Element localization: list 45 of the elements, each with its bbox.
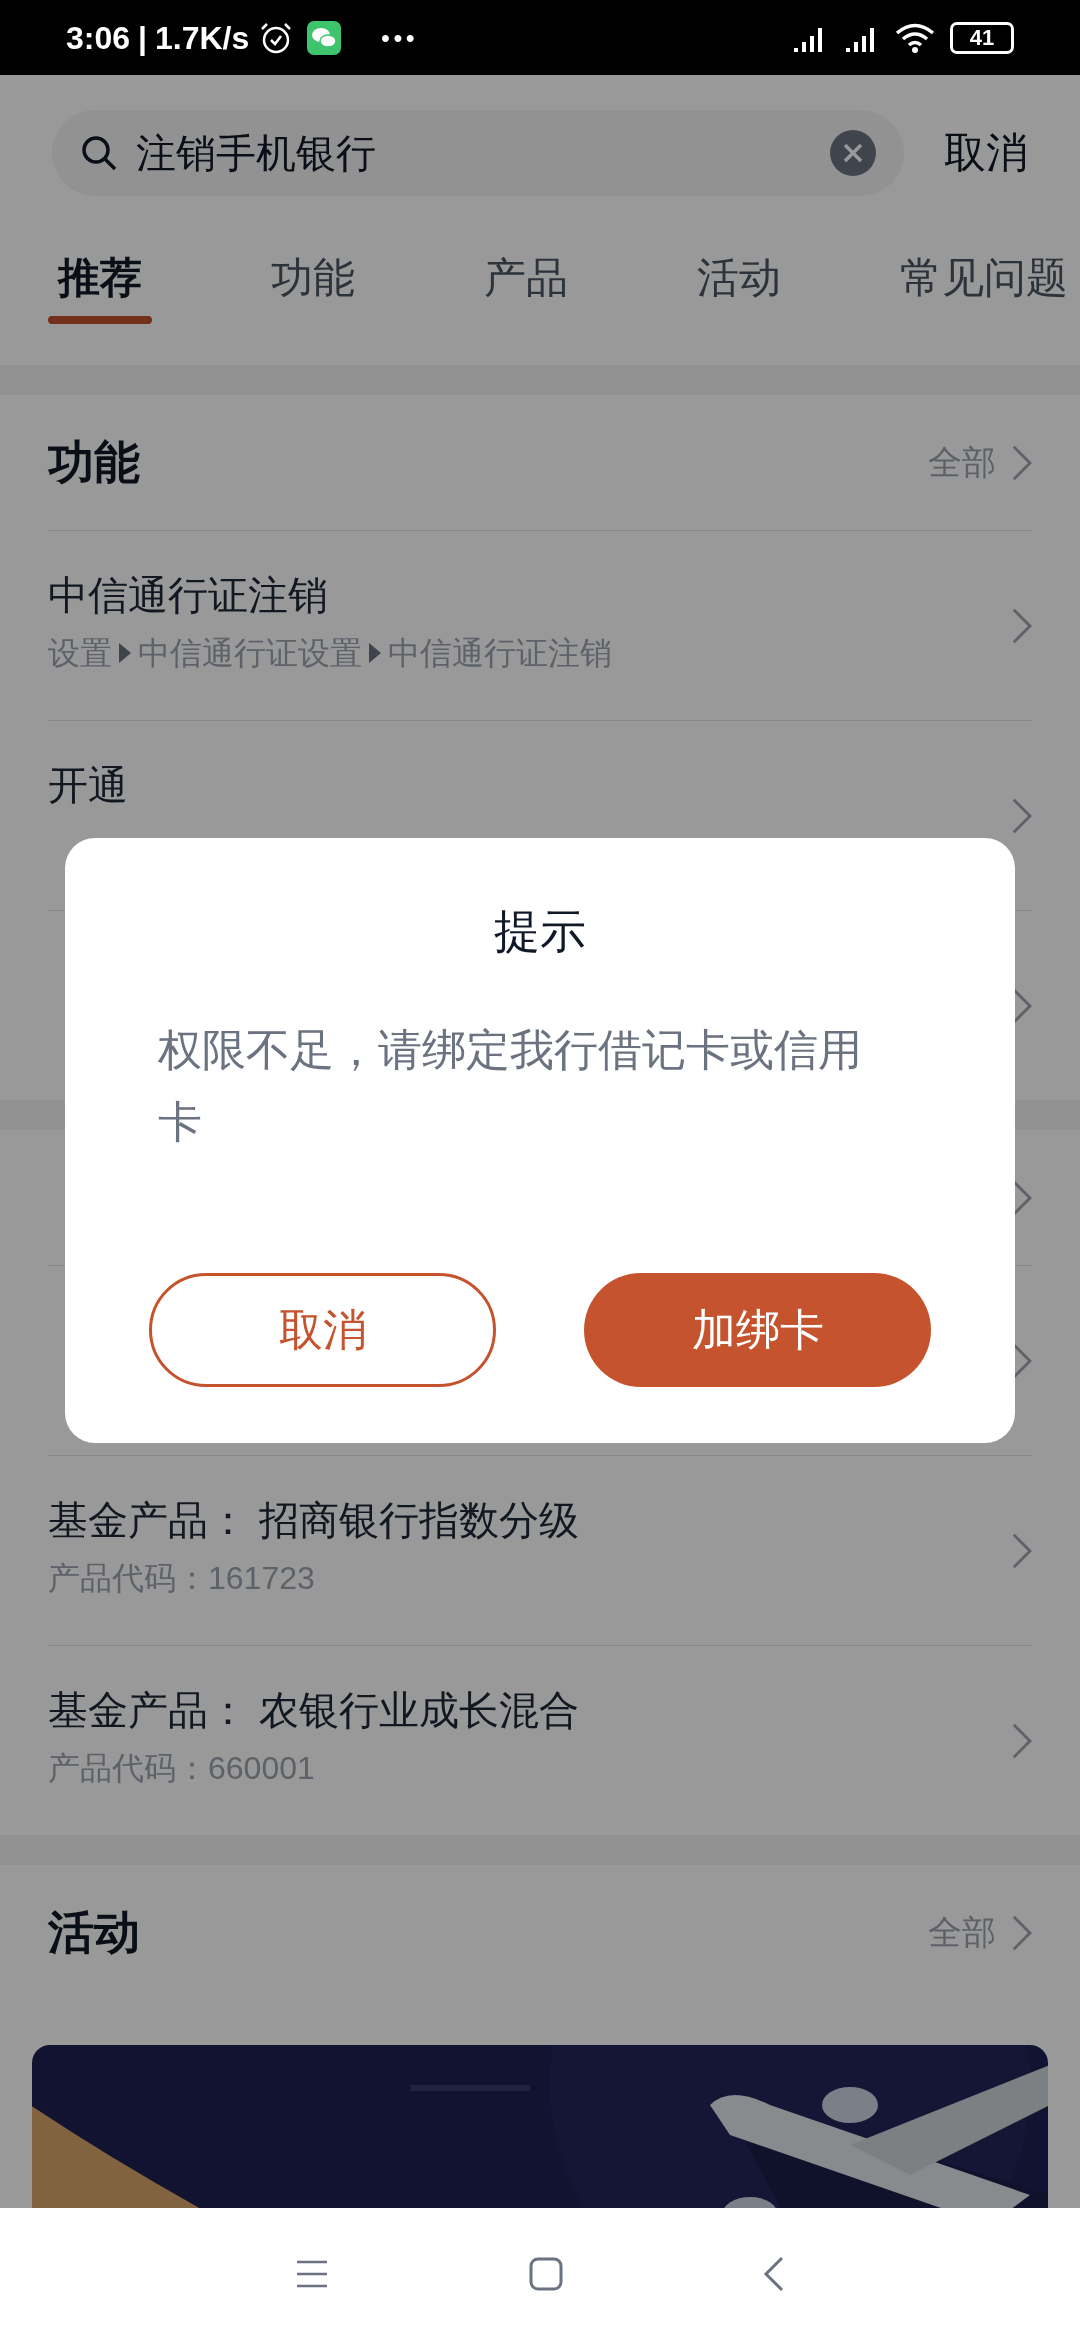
chevron-right-icon xyxy=(1012,1342,1032,1379)
dialog-message: 权限不足，请绑定我行借记卡或信用卡 xyxy=(158,1024,863,1148)
result-title[interactable]: 开通 xyxy=(48,765,128,805)
menu-icon[interactable] xyxy=(295,2259,329,2289)
chevron-right-icon xyxy=(1012,987,1032,1024)
cancel-search-button[interactable]: 取消 xyxy=(944,121,1028,184)
category-tab[interactable]: 常见问题 xyxy=(900,252,1068,324)
breadcrumb-text: 中信通行证设置 xyxy=(138,637,362,669)
status-divider: | xyxy=(138,18,147,58)
triangle-right-icon xyxy=(118,642,132,664)
chat-app-icon xyxy=(307,20,342,55)
chevron-right-icon xyxy=(1012,1722,1032,1759)
status-time: 3:06 xyxy=(66,18,131,58)
chevron-right-icon xyxy=(1012,1532,1032,1569)
cancel-button[interactable]: 取消 xyxy=(149,1273,496,1387)
section-title: 活动 xyxy=(48,1905,140,1960)
result-title[interactable]: 基金产品： 招商银行指数分级 xyxy=(48,1500,580,1540)
home-icon[interactable] xyxy=(529,2257,563,2291)
wifi-icon xyxy=(894,21,936,54)
section-title: 功能 xyxy=(48,435,140,490)
clear-icon[interactable] xyxy=(830,129,876,176)
more-notifications: ••• xyxy=(381,22,419,53)
chevron-right-icon xyxy=(1012,1914,1032,1951)
breadcrumb-text: 设置 xyxy=(48,637,112,669)
battery-indicator: 41 xyxy=(950,21,1014,54)
category-tab[interactable]: 产品 xyxy=(474,252,578,324)
result-title[interactable]: 基金产品： 农银行业成长混合 xyxy=(48,1690,580,1730)
product-code: 产品代码：660001 xyxy=(48,1752,316,1784)
chevron-right-icon xyxy=(1012,797,1032,834)
search-field[interactable]: 注销手机银行 xyxy=(52,109,904,196)
add-card-button[interactable]: 加绑卡 xyxy=(584,1273,931,1387)
chevron-right-icon xyxy=(1012,444,1032,481)
triangle-right-icon xyxy=(368,642,382,664)
dialog-title: 提示 xyxy=(494,908,586,954)
chevron-right-icon xyxy=(1012,1179,1032,1216)
chevron-right-icon xyxy=(1012,607,1032,644)
search-icon xyxy=(80,133,118,172)
back-icon[interactable] xyxy=(763,2256,785,2292)
breadcrumb-text: 中信通行证注销 xyxy=(388,637,612,669)
result-title[interactable]: 中信通行证注销 xyxy=(48,575,612,615)
product-code: 产品代码：161723 xyxy=(48,1562,316,1594)
category-tab[interactable]: 活动 xyxy=(687,252,791,324)
network-speed: 1.7K/s xyxy=(155,18,250,58)
category-tab[interactable]: 推荐 xyxy=(48,252,152,324)
category-tab[interactable]: 功能 xyxy=(261,252,365,324)
